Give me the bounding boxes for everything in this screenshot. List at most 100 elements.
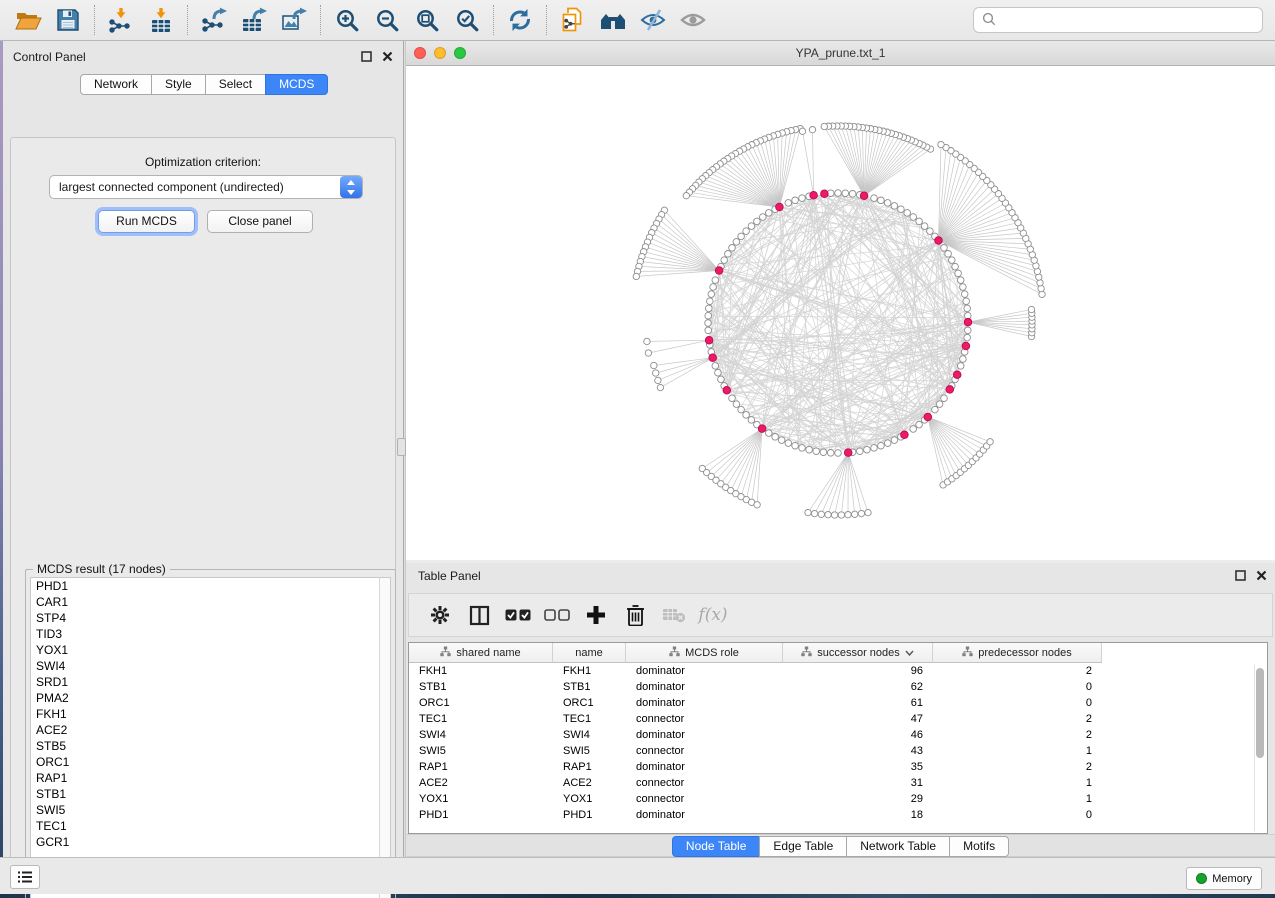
- network-node[interactable]: [865, 509, 871, 515]
- optimization-criterion-select[interactable]: largest connected component (undirected): [49, 175, 363, 199]
- export-network-icon[interactable]: [197, 5, 231, 35]
- mcds-result-item[interactable]: PHD1: [31, 578, 379, 594]
- table-row[interactable]: SWI5SWI5connector431: [409, 743, 1102, 759]
- network-node[interactable]: [963, 298, 970, 305]
- network-node[interactable]: [952, 263, 959, 270]
- table-row[interactable]: YOX1YOX1connector291: [409, 791, 1102, 807]
- mcds-node[interactable]: [860, 192, 868, 200]
- mcds-node[interactable]: [723, 387, 731, 395]
- network-node[interactable]: [1028, 306, 1034, 312]
- tab-select[interactable]: Select: [205, 74, 266, 95]
- network-node[interactable]: [785, 200, 792, 207]
- column-header-name[interactable]: name: [553, 643, 626, 663]
- table-scrollbar-thumb[interactable]: [1256, 668, 1264, 758]
- network-node[interactable]: [910, 214, 917, 221]
- tab-network-table[interactable]: Network Table: [846, 836, 950, 857]
- close-icon[interactable]: [381, 50, 394, 63]
- hide-selected-icon[interactable]: [636, 5, 670, 35]
- deselect-all-icon[interactable]: [542, 600, 572, 630]
- network-node[interactable]: [754, 502, 760, 508]
- network-node[interactable]: [955, 270, 962, 277]
- tab-node-table[interactable]: Node Table: [672, 836, 761, 857]
- mcds-result-item[interactable]: TEC1: [31, 818, 379, 834]
- mcds-result-item[interactable]: FKH1: [31, 706, 379, 722]
- network-node[interactable]: [818, 511, 824, 517]
- mcds-node[interactable]: [924, 413, 932, 421]
- network-node[interactable]: [705, 327, 712, 334]
- zoom-selected-icon[interactable]: [450, 5, 484, 35]
- network-node[interactable]: [799, 128, 805, 134]
- network-node[interactable]: [721, 257, 728, 264]
- open-session-icon[interactable]: [11, 5, 45, 35]
- network-node[interactable]: [938, 141, 944, 147]
- network-node[interactable]: [932, 406, 939, 413]
- network-node[interactable]: [766, 430, 773, 437]
- network-node[interactable]: [964, 305, 971, 312]
- import-network-icon[interactable]: [104, 5, 138, 35]
- network-node[interactable]: [785, 440, 792, 447]
- search-input[interactable]: [973, 7, 1263, 33]
- tab-network[interactable]: Network: [80, 74, 152, 95]
- network-node[interactable]: [916, 218, 923, 225]
- export-table-icon[interactable]: [237, 5, 271, 35]
- mcds-result-item[interactable]: ORC1: [31, 754, 379, 770]
- run-mcds-button[interactable]: Run MCDS: [98, 210, 195, 233]
- mcds-node[interactable]: [776, 203, 784, 211]
- table-row[interactable]: STB1STB1dominator620: [409, 679, 1102, 695]
- network-node[interactable]: [725, 251, 732, 258]
- refresh-icon[interactable]: [503, 5, 537, 35]
- network-node[interactable]: [712, 363, 719, 370]
- network-node[interactable]: [835, 450, 842, 457]
- network-node[interactable]: [743, 228, 750, 235]
- network-node[interactable]: [864, 446, 871, 453]
- mcds-node[interactable]: [953, 371, 961, 379]
- memory-button[interactable]: Memory: [1186, 867, 1262, 890]
- table-scrollbar[interactable]: [1254, 665, 1264, 831]
- network-node[interactable]: [945, 251, 952, 258]
- network-node[interactable]: [712, 277, 719, 284]
- network-node[interactable]: [960, 284, 967, 291]
- float-icon[interactable]: [360, 50, 373, 63]
- network-node[interactable]: [878, 442, 885, 449]
- table-row[interactable]: PHD1PHD1dominator180: [409, 807, 1102, 823]
- network-node[interactable]: [871, 195, 878, 202]
- network-node[interactable]: [857, 448, 864, 455]
- network-node[interactable]: [827, 450, 834, 457]
- tab-motifs[interactable]: Motifs: [949, 836, 1009, 857]
- network-node[interactable]: [965, 327, 972, 334]
- mcds-node[interactable]: [810, 192, 818, 200]
- close-panel-button[interactable]: Close panel: [207, 210, 313, 233]
- network-node[interactable]: [655, 377, 661, 383]
- export-image-icon[interactable]: [277, 5, 311, 35]
- network-node[interactable]: [960, 356, 967, 363]
- network-node[interactable]: [891, 203, 898, 210]
- network-node[interactable]: [806, 446, 813, 453]
- network-node[interactable]: [849, 191, 856, 198]
- network-node[interactable]: [921, 223, 928, 230]
- network-node[interactable]: [831, 512, 837, 518]
- show-columns-icon[interactable]: [464, 600, 494, 630]
- network-node[interactable]: [904, 210, 911, 217]
- network-node[interactable]: [644, 338, 650, 344]
- mcds-node[interactable]: [715, 267, 723, 275]
- network-node[interactable]: [715, 369, 722, 376]
- network-node[interactable]: [871, 445, 878, 452]
- tab-edge-table[interactable]: Edge Table: [759, 836, 847, 857]
- network-node[interactable]: [733, 239, 740, 246]
- network-node[interactable]: [706, 305, 713, 312]
- network-node[interactable]: [653, 370, 659, 376]
- network-node[interactable]: [657, 384, 663, 390]
- table-row[interactable]: SWI4SWI4dominator462: [409, 727, 1102, 743]
- mcds-result-item[interactable]: SWI5: [31, 802, 379, 818]
- network-node[interactable]: [878, 197, 885, 204]
- mcds-result-item[interactable]: STB1: [31, 786, 379, 802]
- mcds-result-item[interactable]: ACE2: [31, 722, 379, 738]
- network-node[interactable]: [811, 510, 817, 516]
- network-node[interactable]: [710, 284, 717, 291]
- mcds-result-item[interactable]: SRD1: [31, 674, 379, 690]
- network-node[interactable]: [1038, 285, 1044, 291]
- network-node[interactable]: [858, 510, 864, 516]
- table-settings-icon[interactable]: [425, 600, 455, 630]
- search-input-field[interactable]: [1002, 13, 1254, 27]
- network-node[interactable]: [738, 406, 745, 413]
